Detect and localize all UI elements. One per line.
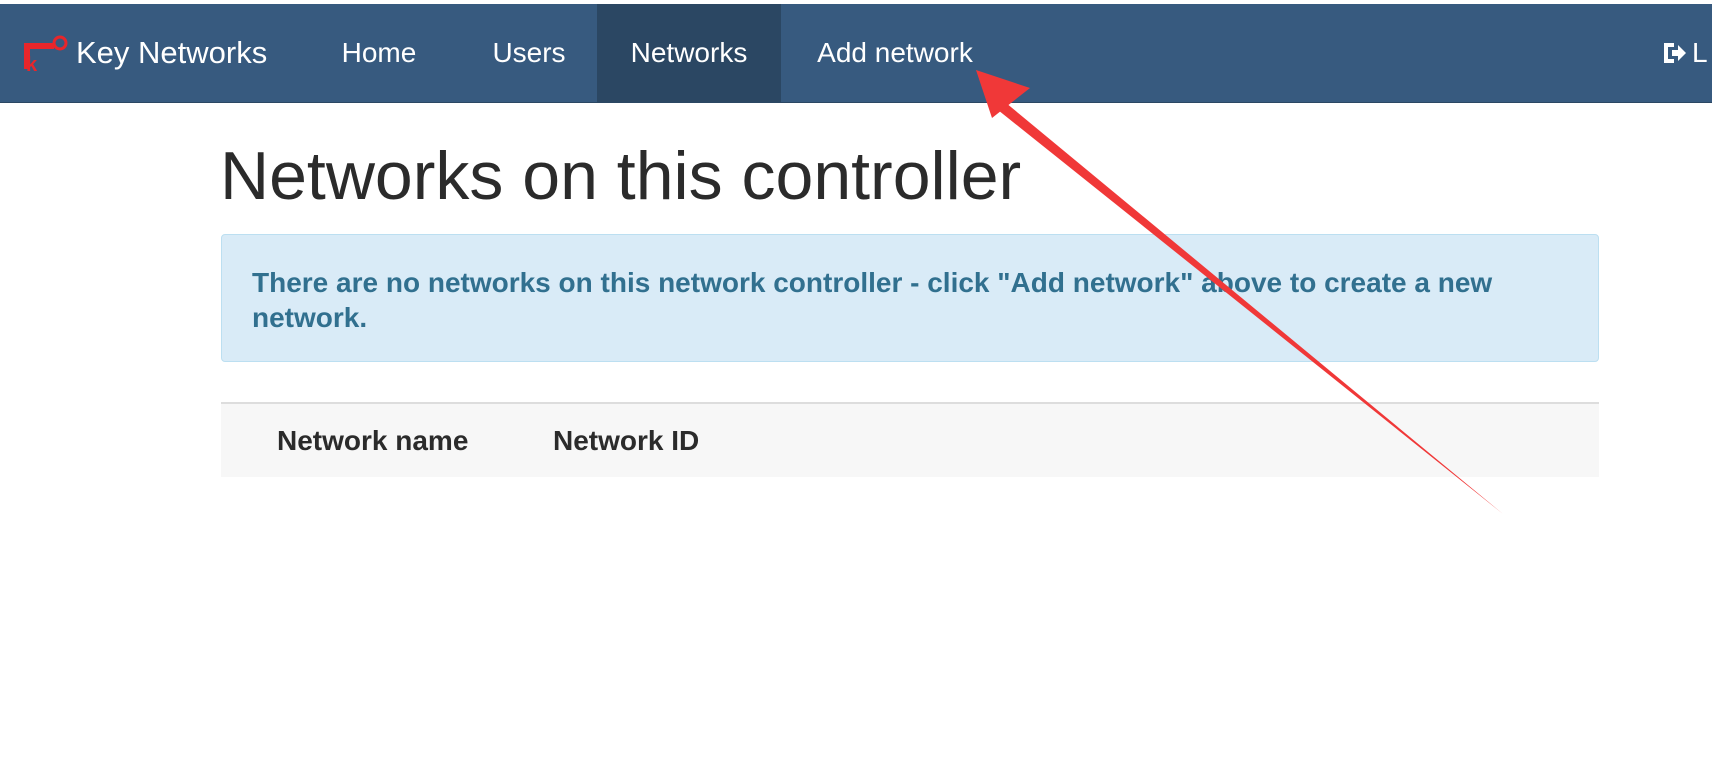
top-navbar: k Key Networks Home Users Networks Add n… [0,4,1712,103]
column-header-network-id: Network ID [553,424,700,456]
annotation-arrow [976,70,1503,514]
brand-label: Key Networks [76,35,268,70]
nav-networks[interactable]: Networks [597,4,781,102]
column-header-network-name: Network name [277,424,469,456]
nav-add-network[interactable]: Add network [795,4,995,102]
networks-table-header: Network name Network ID [221,402,1599,477]
info-alert: There are no networks on this network co… [221,234,1599,362]
logout-label: L [1692,37,1708,68]
alert-message: There are no networks on this network co… [252,267,1493,333]
logout-link[interactable]: L [1660,4,1712,102]
svg-text:k: k [26,54,38,73]
key-icon: k [24,35,68,73]
brand-link[interactable]: k Key Networks [22,4,267,102]
sign-out-icon [1664,43,1686,63]
page-title: Networks on this controller [220,138,1022,214]
nav-home[interactable]: Home [327,4,431,102]
nav-users[interactable]: Users [474,4,584,102]
